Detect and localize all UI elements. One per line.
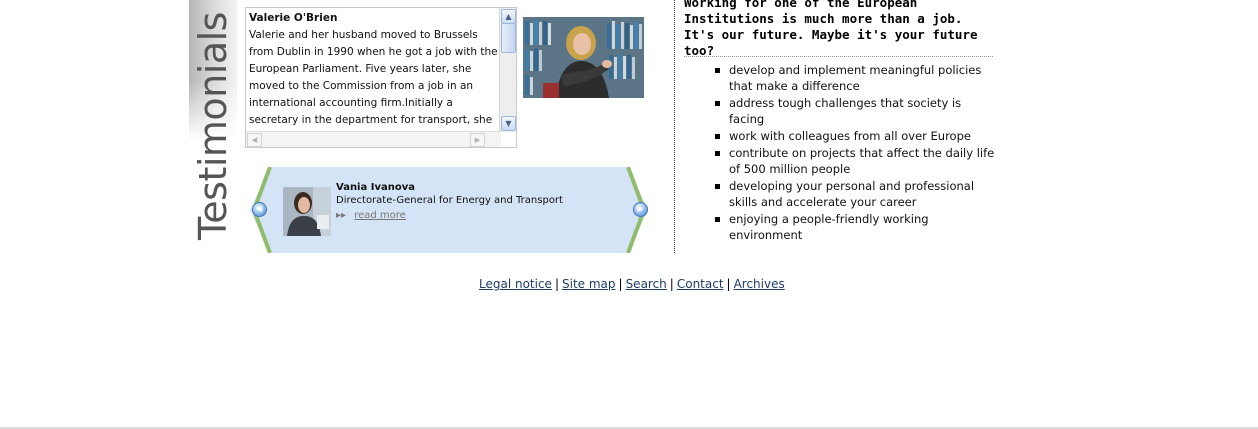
footer-link-contact[interactable]: Contact [677, 277, 724, 291]
carousel-previous-arrow-icon[interactable]: ◀ [252, 202, 267, 217]
footer-link-search[interactable]: Search [626, 277, 667, 291]
carousel-person-photo [283, 187, 331, 236]
footer-separator: | [554, 277, 559, 291]
benefit-item: enjoying a people-friendly working envir… [711, 211, 997, 243]
benefit-item: develop and implement meaningful policie… [711, 62, 997, 94]
testimonial-story-body: Valerie and her husband moved to Brussel… [249, 29, 498, 134]
testimonial-photo [523, 17, 644, 98]
testimonial-story-box[interactable]: Valerie O'Brien Valerie and her husband … [245, 7, 517, 148]
carousel-person-department: Directorate-General for Energy and Trans… [336, 195, 563, 206]
footer-separator: | [726, 277, 731, 291]
headline-divider [684, 56, 993, 57]
read-more-bullet-icon: ▸▸ [336, 210, 347, 221]
scroll-up-icon[interactable]: ▲ [501, 9, 516, 24]
scroll-down-icon[interactable]: ▼ [501, 116, 516, 131]
footer-link-legal-notice[interactable]: Legal notice [479, 277, 552, 291]
carousel-next-arrow-icon[interactable]: ▶ [633, 202, 648, 217]
read-more-link[interactable]: read more [354, 210, 406, 221]
career-headline: Working for one of the European Institut… [684, 0, 978, 58]
testimonial-carousel: ◀ ▶ Vania Ivanova Directorate-General fo… [250, 167, 648, 253]
benefits-list: develop and implement meaningful policie… [711, 62, 997, 244]
footer-link-archives[interactable]: Archives [734, 277, 785, 291]
portrait-image [283, 187, 331, 236]
carousel-person-name: Vania Ivanova [336, 182, 415, 193]
library-scene-image [523, 17, 644, 98]
column-divider [674, 0, 675, 253]
benefit-item: work with colleagues from all over Europ… [711, 128, 997, 144]
footer-separator: | [669, 277, 674, 291]
scroll-right-icon[interactable]: ▶ [470, 133, 485, 147]
read-more-row: ▸▸ read more [336, 210, 406, 221]
footer-link-site-map[interactable]: Site map [562, 277, 616, 291]
scroll-left-icon[interactable]: ◀ [247, 133, 262, 147]
benefit-item: address tough challenges that society is… [711, 95, 997, 127]
footer-separator: | [618, 277, 623, 291]
horizontal-scrollbar[interactable]: ◀ ▶ [246, 131, 501, 147]
testimonials-heading: Testimonials [191, 12, 235, 240]
benefit-item: developing your personal and professiona… [711, 178, 997, 210]
footer-links: Legal notice | Site map | Search | Contact | Arc… [479, 276, 785, 292]
scrollbar-thumb[interactable] [501, 23, 516, 53]
benefit-item: contribute on projects that affect the d… [711, 145, 997, 177]
testimonial-story-text: Valerie O'Brien Valerie and her husband … [249, 10, 500, 134]
testimonial-person-name: Valerie O'Brien [249, 12, 338, 24]
vertical-scrollbar[interactable]: ▲ ▼ [499, 8, 516, 132]
